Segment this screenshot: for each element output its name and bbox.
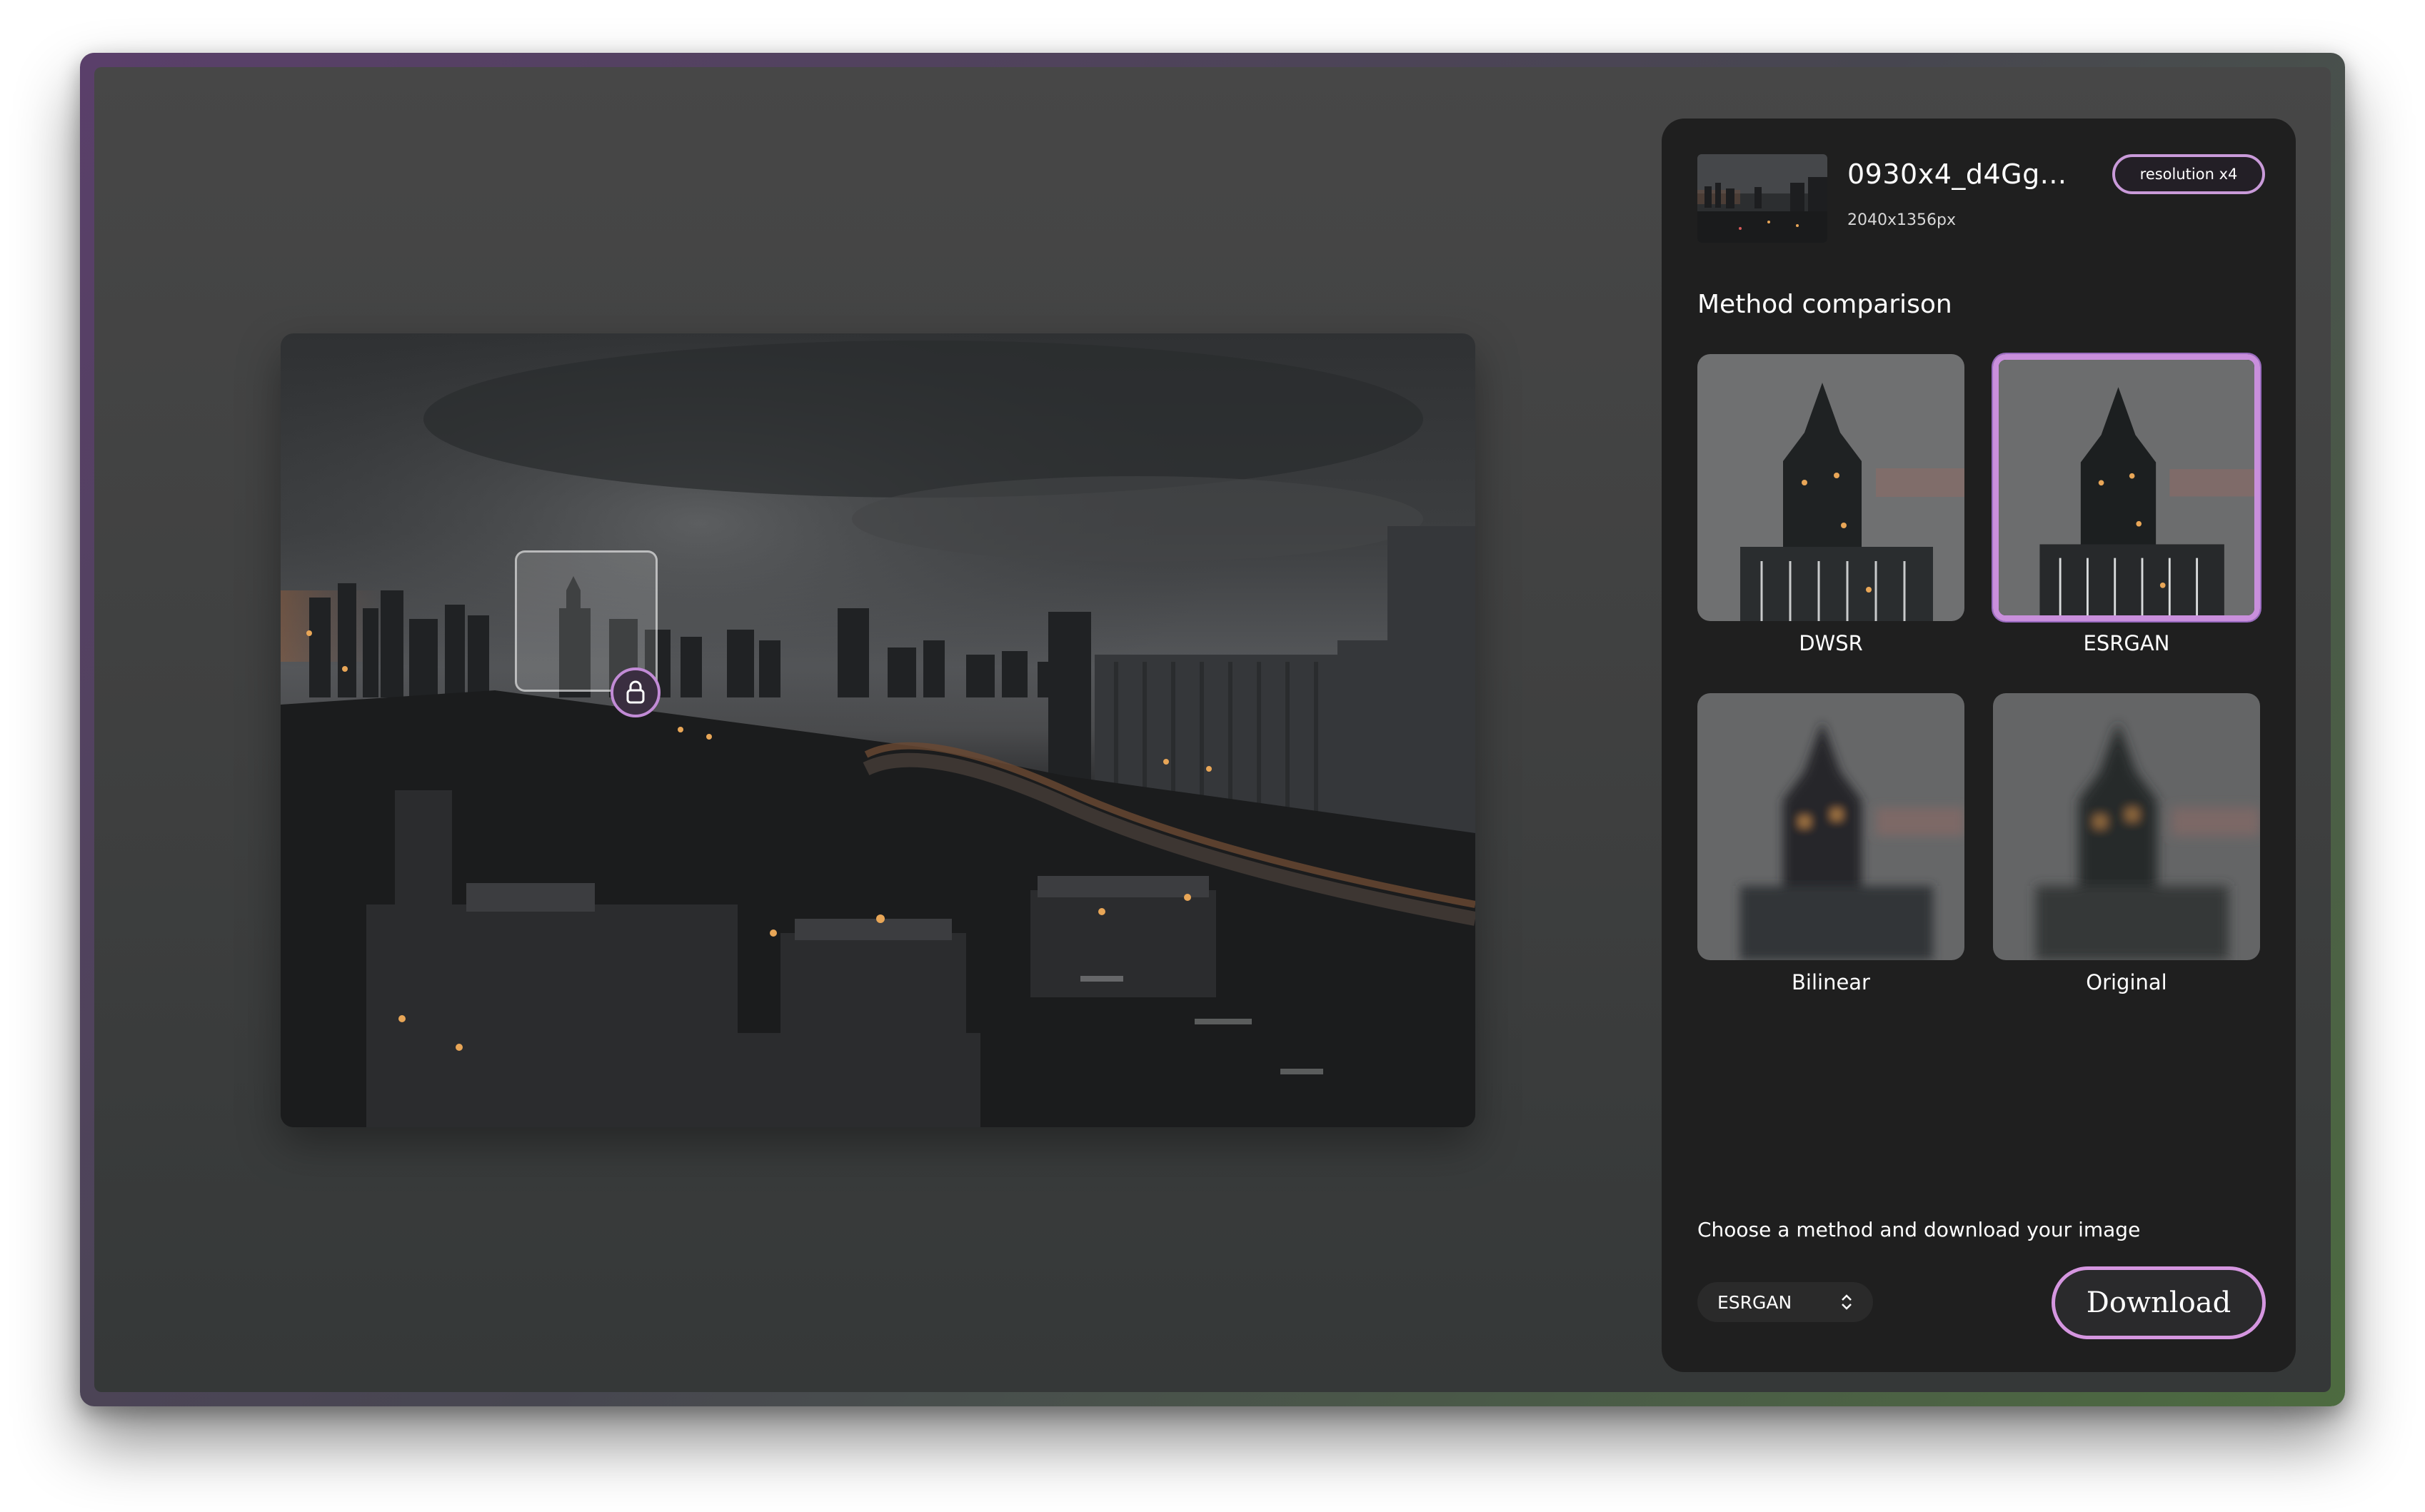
file-dimensions: 2040x1356px xyxy=(1847,211,1956,229)
download-instruction: Choose a method and download your image xyxy=(1697,1218,2141,1241)
esrgan-preview xyxy=(1999,360,2254,615)
method-select[interactable]: ESRGAN xyxy=(1697,1282,1873,1322)
method-card-esrgan[interactable] xyxy=(1993,354,2260,621)
original-preview xyxy=(1993,693,2260,960)
download-button[interactable]: Download xyxy=(2052,1266,2266,1339)
method-label-bilinear: Bilinear xyxy=(1792,970,1870,994)
city-photo xyxy=(281,333,1475,1127)
file-name: 0930x4_d4Gg... xyxy=(1847,158,2067,190)
method-label-dwsr: DWSR xyxy=(1799,631,1863,655)
bilinear-preview xyxy=(1697,693,1964,960)
method-comparison-title: Method comparison xyxy=(1697,290,1952,319)
method-card-dwsr[interactable] xyxy=(1697,354,1964,621)
app-canvas: 0930x4_d4Gg... 2040x1356px resolution x4… xyxy=(94,67,2331,1392)
lock-button[interactable] xyxy=(611,667,661,717)
dwsr-preview xyxy=(1697,354,1964,621)
resolution-badge[interactable]: resolution x4 xyxy=(2112,154,2265,194)
method-card-bilinear[interactable] xyxy=(1697,693,1964,960)
control-panel: 0930x4_d4Gg... 2040x1356px resolution x4… xyxy=(1662,119,2296,1372)
method-label-original: Original xyxy=(2086,970,2167,994)
chevron-up-down-icon xyxy=(1842,1294,1852,1310)
app-window: 0930x4_d4Gg... 2040x1356px resolution x4… xyxy=(80,53,2345,1406)
method-label-esrgan: ESRGAN xyxy=(2083,631,2170,655)
image-viewer[interactable] xyxy=(281,333,1475,1127)
method-card-original[interactable] xyxy=(1993,693,2260,960)
method-select-value: ESRGAN xyxy=(1717,1291,1792,1313)
file-thumbnail xyxy=(1697,154,1827,243)
lock-icon xyxy=(626,680,645,704)
